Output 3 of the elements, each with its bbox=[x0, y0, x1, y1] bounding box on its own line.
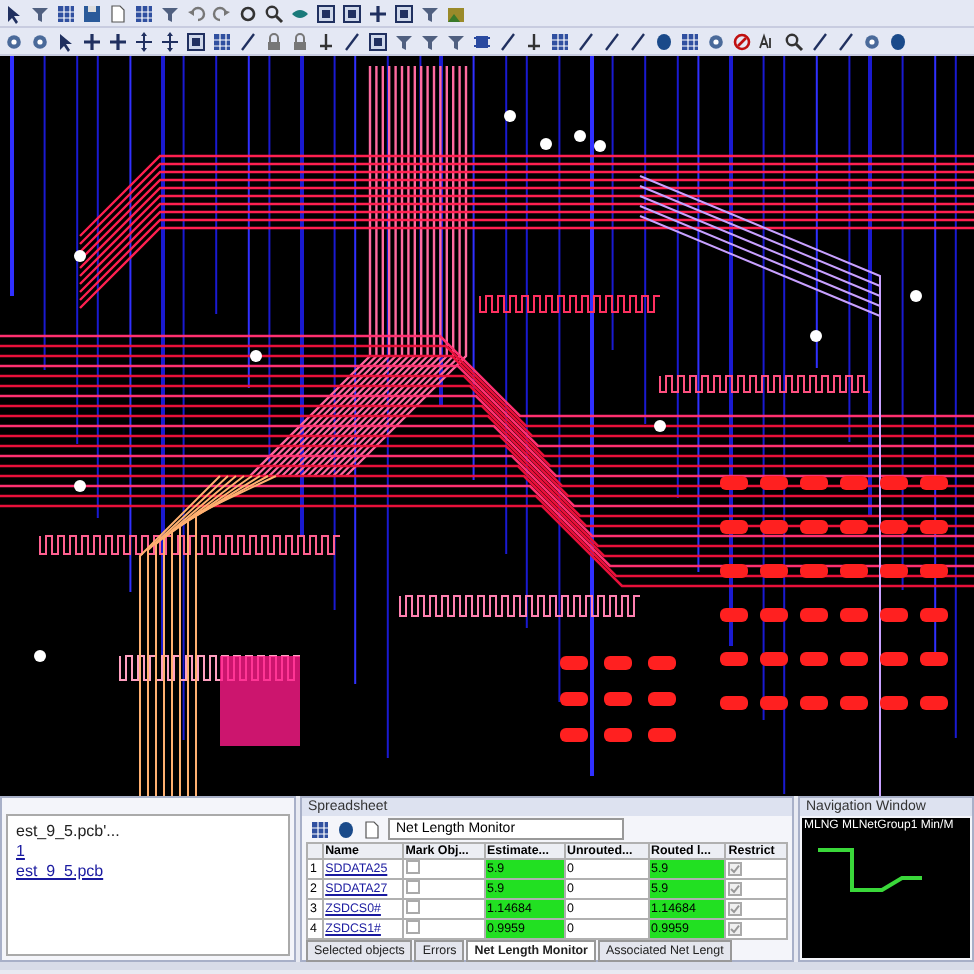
file-link[interactable]: 1 bbox=[16, 842, 280, 860]
file-link[interactable]: est_9_5.pcb bbox=[16, 862, 280, 880]
output-text: est_9_5.pcb'... bbox=[16, 822, 122, 840]
